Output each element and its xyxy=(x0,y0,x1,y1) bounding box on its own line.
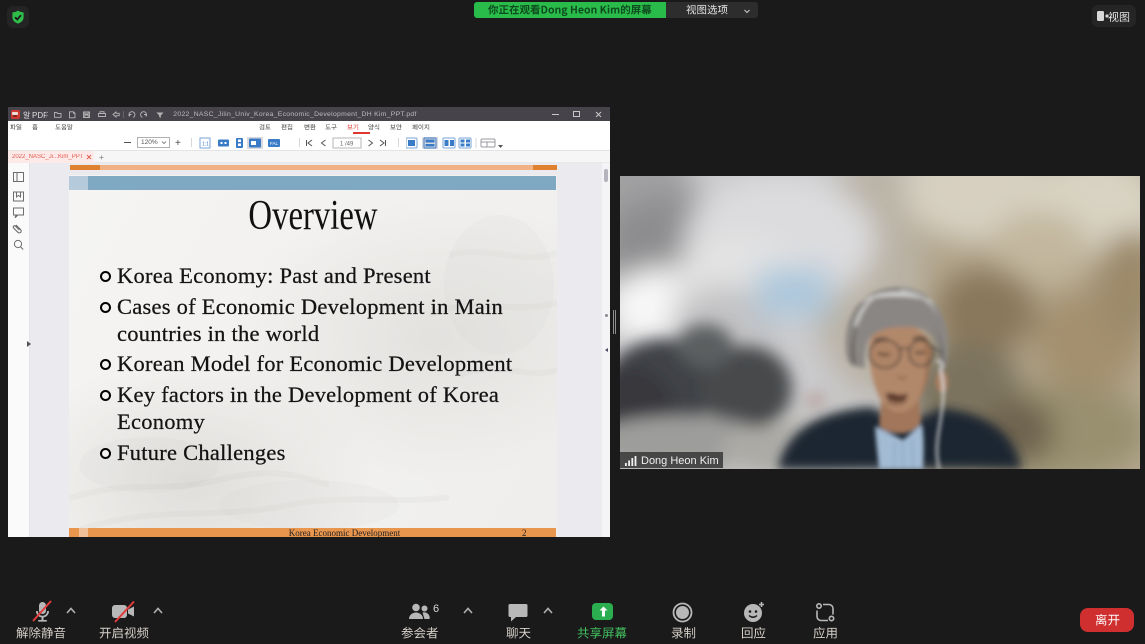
svg-text:FAL: FAL xyxy=(270,141,279,146)
svg-text:1 /49: 1 /49 xyxy=(340,142,354,148)
svg-text:1:1: 1:1 xyxy=(202,142,209,148)
